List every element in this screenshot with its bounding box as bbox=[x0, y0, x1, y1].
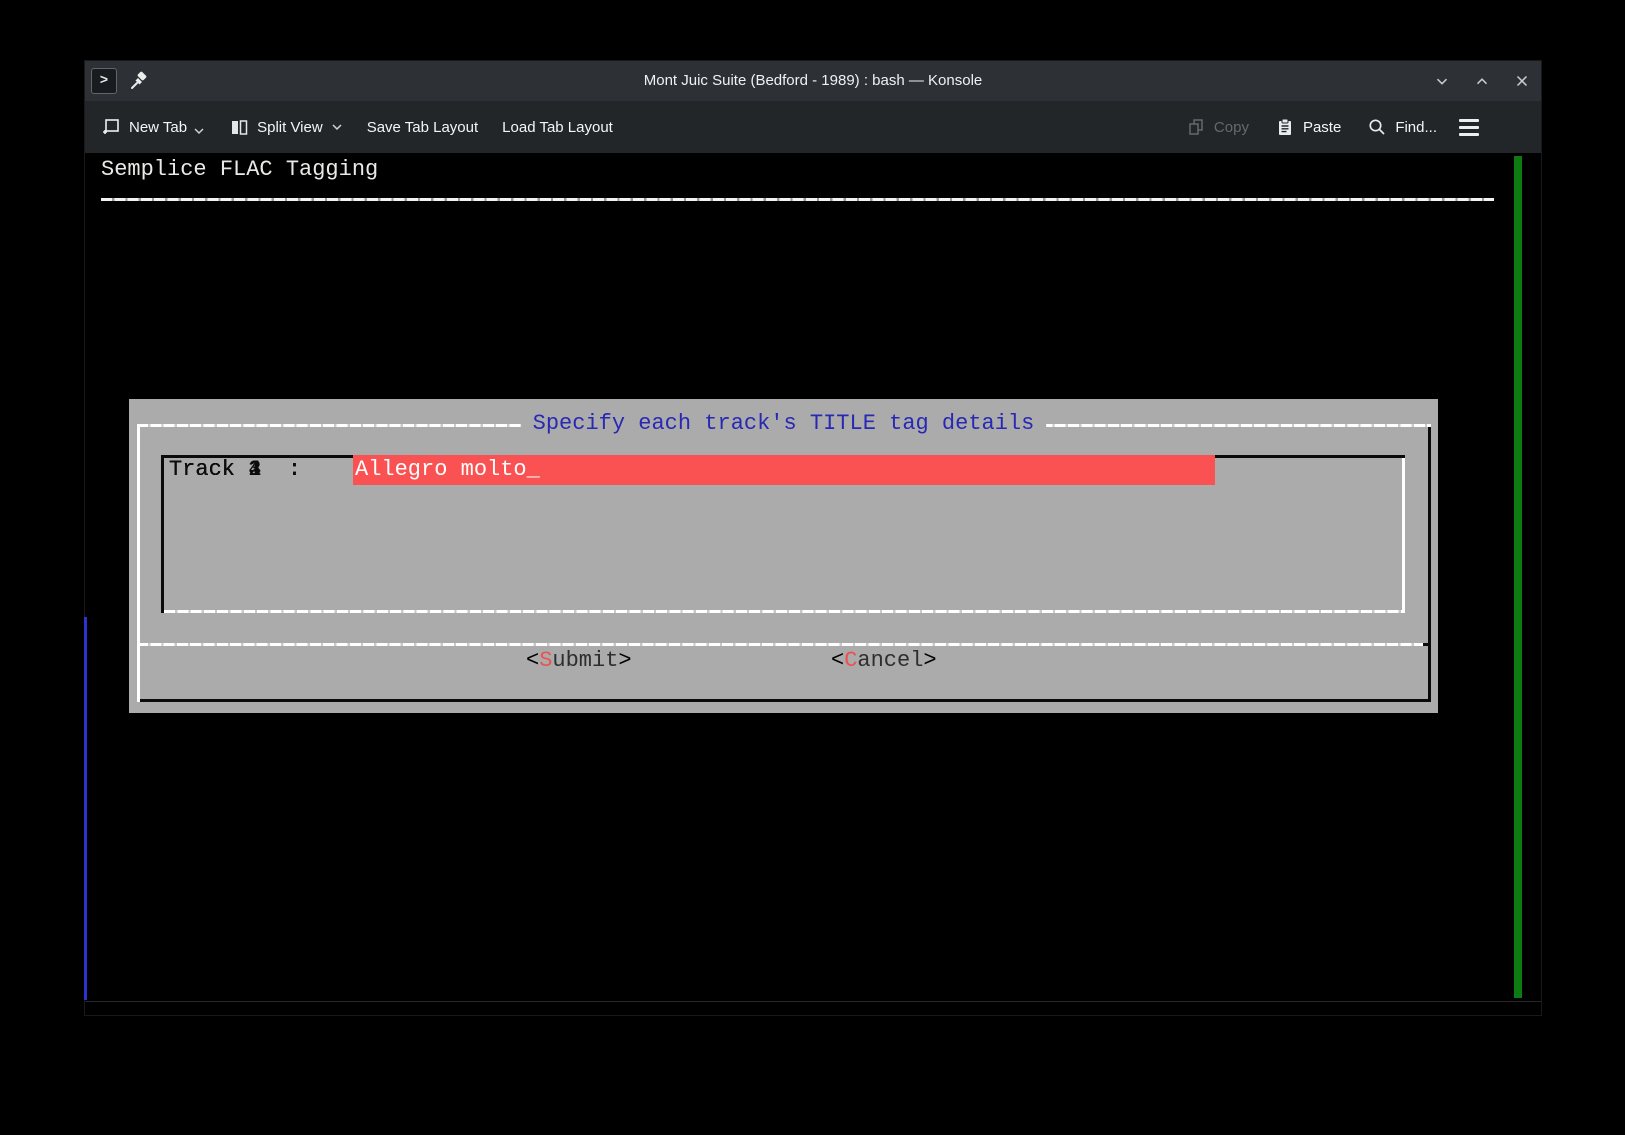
save-tab-layout-button[interactable]: Save Tab Layout bbox=[367, 119, 478, 136]
toolbar-right: Copy Paste Find... bbox=[1160, 117, 1479, 137]
minimize-icon[interactable] bbox=[1433, 72, 1451, 90]
field-label: Track 4 : bbox=[169, 455, 301, 485]
split-view-button[interactable]: Split View bbox=[229, 117, 343, 137]
split-view-icon bbox=[229, 117, 249, 137]
button-separator bbox=[137, 643, 1423, 646]
form-row: Track 4 : Allegro molto_ bbox=[161, 455, 1405, 485]
find-button[interactable]: Find... bbox=[1367, 117, 1437, 137]
terminal-heading: Semplice FLAC Tagging bbox=[101, 155, 378, 185]
form-border-bottom bbox=[164, 610, 1402, 613]
split-view-caret-icon bbox=[331, 123, 343, 131]
dialog-border-right bbox=[1428, 427, 1431, 702]
terminal-bottom-edge bbox=[85, 1001, 1541, 1002]
dialog-border-left bbox=[137, 424, 140, 702]
new-tab-menu-caret-icon[interactable] bbox=[193, 127, 205, 135]
titlebar[interactable]: > Mont Juic Suite (Bedford - 1989) : bas… bbox=[85, 61, 1541, 101]
load-tab-layout-button[interactable]: Load Tab Layout bbox=[502, 119, 613, 136]
window-title: Mont Juic Suite (Bedford - 1989) : bash … bbox=[85, 61, 1541, 101]
terminal-view[interactable]: Semplice FLAC Tagging Specify each track… bbox=[85, 153, 1541, 1015]
paste-button[interactable]: Paste bbox=[1275, 117, 1341, 137]
close-icon[interactable] bbox=[1513, 72, 1531, 90]
tui-dialog: Specify each track's TITLE tag details T… bbox=[129, 399, 1438, 713]
button-separator-end bbox=[1423, 643, 1431, 646]
copy-icon bbox=[1186, 117, 1206, 137]
dialog-border-bottom bbox=[140, 699, 1431, 702]
form-box: Track 1 : Andante maestoso Track 2 : All… bbox=[161, 455, 1405, 613]
paste-icon bbox=[1275, 117, 1295, 137]
window-edge-accent bbox=[84, 617, 87, 1000]
dialog-title: Specify each track's TITLE tag details bbox=[521, 409, 1047, 439]
new-tab-icon bbox=[101, 117, 121, 137]
terminal-scrollbar[interactable] bbox=[1514, 156, 1522, 998]
screen: > Mont Juic Suite (Bedford - 1989) : bas… bbox=[0, 0, 1625, 1135]
terminal-rule bbox=[101, 198, 1494, 201]
toolbar: New Tab Split View Save Tab Layout L bbox=[85, 101, 1541, 153]
search-icon bbox=[1367, 117, 1387, 137]
new-tab-button[interactable]: New Tab bbox=[101, 117, 205, 137]
window-controls bbox=[1433, 61, 1531, 101]
copy-button[interactable]: Copy bbox=[1186, 117, 1249, 137]
konsole-window: > Mont Juic Suite (Bedford - 1989) : bas… bbox=[84, 60, 1542, 1016]
cancel-button[interactable]: <Cancel> bbox=[831, 646, 937, 676]
maximize-icon[interactable] bbox=[1473, 72, 1491, 90]
hamburger-menu-icon[interactable] bbox=[1459, 119, 1479, 136]
track4-title-input[interactable]: Allegro molto_ bbox=[353, 455, 1215, 485]
submit-button[interactable]: <Submit> bbox=[526, 646, 632, 676]
